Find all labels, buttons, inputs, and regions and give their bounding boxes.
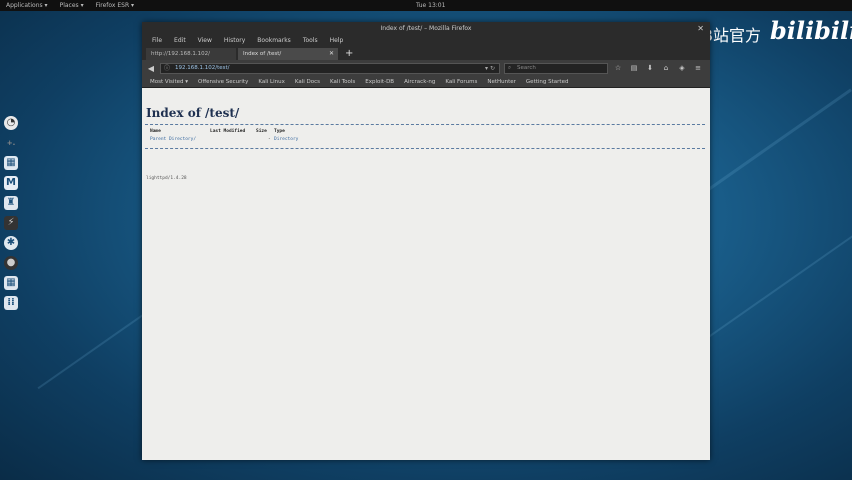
server-signature: lighttpd/1.4.28 <box>146 176 187 181</box>
new-tab-icon[interactable]: + <box>340 48 358 60</box>
burpsuite-icon[interactable]: ♜ <box>4 196 18 210</box>
active-app-menu[interactable]: Firefox ESR ▾ <box>90 0 140 11</box>
bookmark-most-visited[interactable]: Most Visited ▾ <box>145 79 193 85</box>
site-info-icon[interactable]: ⓘ <box>164 64 170 73</box>
menu-file[interactable]: File <box>146 36 168 46</box>
download-icon[interactable]: ⬇ <box>644 64 656 72</box>
column-header-name[interactable]: Name <box>150 129 161 134</box>
search-icon: ⌕ <box>508 64 512 71</box>
bookmark-exploit-db[interactable]: Exploit-DB <box>360 79 399 85</box>
bookmark-offensive-security[interactable]: Offensive Security <box>193 79 253 85</box>
tab-label: Index of /test/ <box>243 51 282 57</box>
hamburger-menu-icon[interactable]: ≡ <box>692 64 704 72</box>
menu-edit[interactable]: Edit <box>168 36 192 46</box>
search-bar[interactable]: ⌕ Search <box>504 62 608 74</box>
page-title: Index of /test/ <box>146 106 240 120</box>
bookmark-kali-tools[interactable]: Kali Tools <box>325 79 360 85</box>
bookmark-aircrack[interactable]: Aircrack-ng <box>399 79 440 85</box>
row-size: - <box>268 137 271 142</box>
divider <box>145 124 705 125</box>
page-content: Index of /test/ Name Last Modified Size … <box>142 88 710 460</box>
menu-bar: File Edit View History Bookmarks Tools H… <box>142 36 710 46</box>
menu-tools[interactable]: Tools <box>297 36 324 46</box>
metasploit-icon[interactable]: ▦ <box>4 156 18 170</box>
firefox-window: Index of /test/ – Mozilla Firefox ✕ File… <box>142 22 710 460</box>
window-title: Index of /test/ – Mozilla Firefox <box>380 25 472 32</box>
menu-view[interactable]: View <box>192 36 218 46</box>
places-menu[interactable]: Places ▾ <box>54 0 90 11</box>
show-apps-icon[interactable]: ⁞⁞ <box>4 296 18 310</box>
row-type: Directory <box>274 137 299 142</box>
dock: ◔ +. ▦ M ♜ ⚡ ✱ ● ▦ ⁞⁞ <box>1 116 21 372</box>
back-icon[interactable]: ◀ <box>146 64 156 73</box>
tab-index-test[interactable]: Index of /test/ ✕ <box>238 48 338 60</box>
maltego-icon[interactable]: ⚡ <box>4 216 18 230</box>
tab-label: http://192.168.1.102/ <box>151 51 210 57</box>
armitage-icon[interactable]: M <box>4 176 18 190</box>
tab-bar: http://192.168.1.102/ Index of /test/ ✕ … <box>142 46 710 60</box>
menu-help[interactable]: Help <box>324 36 350 46</box>
column-header-type[interactable]: Type <box>274 129 285 134</box>
pocket-icon[interactable]: ◈ <box>676 64 688 72</box>
library-icon[interactable]: ▤ <box>628 64 640 72</box>
bilibili-logo: bilibili <box>770 16 852 45</box>
cherrytree-icon[interactable]: ● <box>4 256 18 270</box>
terminal-icon[interactable]: +. <box>4 136 18 150</box>
home-icon[interactable]: ⌂ <box>660 64 672 72</box>
bookmarks-toolbar: Most Visited ▾ Offensive Security Kali L… <box>142 76 710 88</box>
divider <box>145 148 705 149</box>
bookmark-kali-linux[interactable]: Kali Linux <box>253 79 290 85</box>
search-placeholder: Search <box>517 64 536 71</box>
applications-menu[interactable]: Applications ▾ <box>0 0 54 11</box>
url-go-icon[interactable]: ▾ ↻ <box>485 64 495 73</box>
clock[interactable]: Tue 13:01 <box>410 0 451 11</box>
bookmark-kali-docs[interactable]: Kali Docs <box>290 79 325 85</box>
bookmark-kali-forums[interactable]: Kali Forums <box>440 79 482 85</box>
menu-history[interactable]: History <box>218 36 251 46</box>
firefox-icon[interactable]: ◔ <box>4 116 18 130</box>
close-tab-icon[interactable]: ✕ <box>329 48 334 60</box>
column-header-size[interactable]: Size <box>256 129 267 134</box>
bookmark-getting-started[interactable]: Getting Started <box>521 79 574 85</box>
column-header-modified[interactable]: Last Modified <box>210 129 245 134</box>
parent-directory-link[interactable]: Parent Directory/ <box>150 137 196 142</box>
bookmark-star-icon[interactable]: ☆ <box>612 64 624 72</box>
url-bar[interactable]: ⓘ 192.168.1.102/test/ ▾ ↻ <box>160 62 500 74</box>
apps-grid-icon[interactable]: ▦ <box>4 276 18 290</box>
menu-bookmarks[interactable]: Bookmarks <box>251 36 297 46</box>
close-window-icon[interactable]: ✕ <box>697 22 704 36</box>
url-text: 192.168.1.102/test/ <box>175 64 230 71</box>
desktop-top-panel: Applications ▾ Places ▾ Firefox ESR ▾ Tu… <box>0 0 852 11</box>
faraday-icon[interactable]: ✱ <box>4 236 18 250</box>
window-titlebar[interactable]: Index of /test/ – Mozilla Firefox ✕ <box>142 22 710 36</box>
navigation-toolbar: ◀ ⓘ 192.168.1.102/test/ ▾ ↻ ⌕ Search ☆ ▤… <box>142 60 710 76</box>
bookmark-nethunter[interactable]: NetHunter <box>482 79 521 85</box>
tab-home[interactable]: http://192.168.1.102/ <box>146 48 236 60</box>
